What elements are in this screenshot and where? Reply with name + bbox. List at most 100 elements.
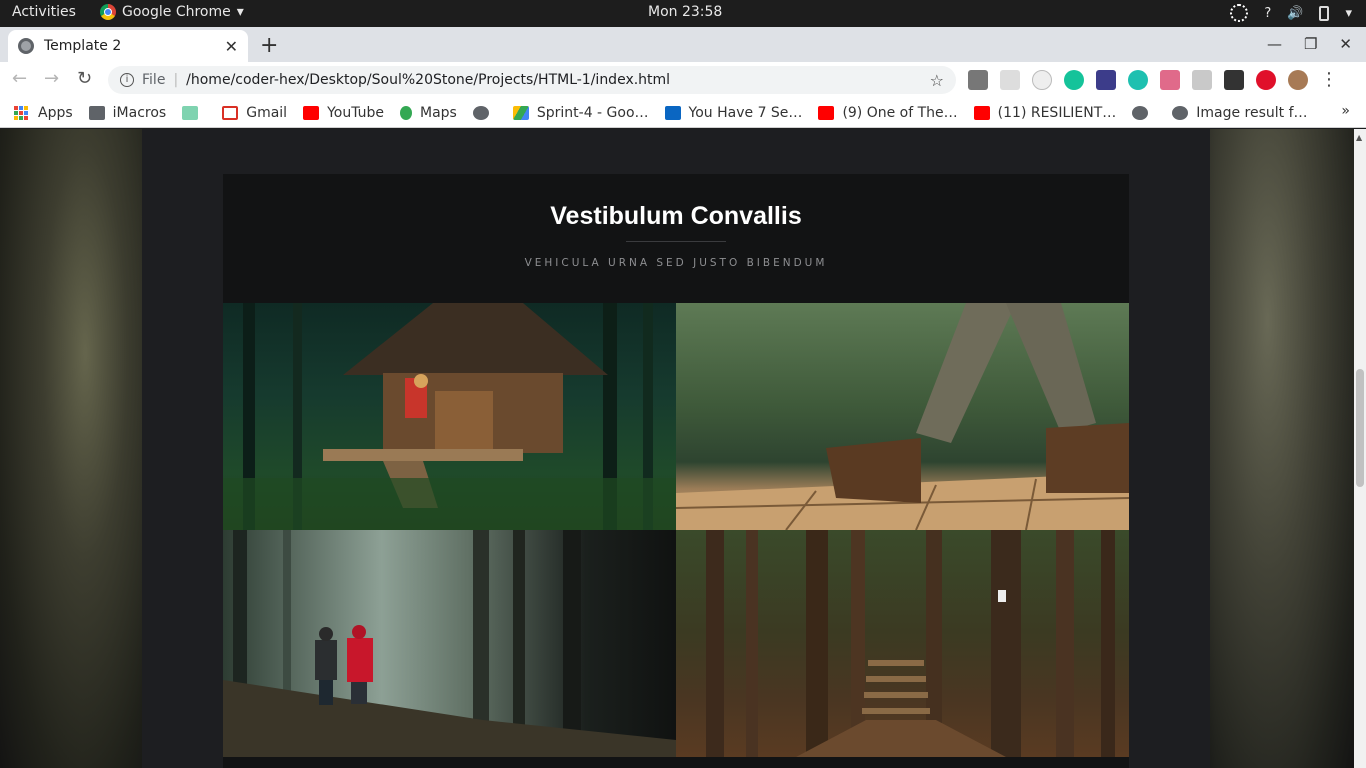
misty-forest-illustration xyxy=(223,530,676,757)
minimize-icon[interactable]: — xyxy=(1267,35,1282,53)
shield-icon[interactable] xyxy=(1192,69,1212,90)
page-scrollbar[interactable]: ▲ xyxy=(1354,129,1366,768)
drive-icon xyxy=(512,105,529,120)
gallery-section: Vestibulum Convallis VEHICULA URNA SED J… xyxy=(223,174,1129,768)
globe-icon xyxy=(1132,105,1149,120)
bookmark-label: YouTube xyxy=(327,104,385,121)
bookmark-label: You Have 7 Se… xyxy=(688,104,803,121)
chevron-down-icon[interactable]: ▾ xyxy=(1345,6,1352,21)
extension-icon[interactable] xyxy=(1224,69,1244,90)
app-menu[interactable]: Google Chrome ▾ xyxy=(100,4,244,20)
tab-strip: Template 2 ✕ + — ❐ ✕ xyxy=(0,27,1366,62)
chevron-down-icon: ▾ xyxy=(236,4,244,20)
adblock-icon[interactable] xyxy=(1256,69,1276,90)
bookmarks-overflow-button[interactable]: » xyxy=(1341,103,1350,119)
globe-icon xyxy=(472,105,489,120)
restore-icon[interactable]: ❐ xyxy=(1304,35,1317,53)
tab-template-2[interactable]: Template 2 ✕ xyxy=(8,30,248,62)
linkedin-icon xyxy=(664,105,681,120)
bookmark-globe[interactable] xyxy=(472,105,497,120)
avatar[interactable] xyxy=(1288,69,1308,90)
close-window-icon[interactable]: ✕ xyxy=(1339,35,1352,53)
grammarly-icon[interactable] xyxy=(1064,69,1084,90)
bookmark-image-result[interactable]: Image result f… xyxy=(1172,104,1308,121)
title-divider xyxy=(626,241,726,242)
battery-icon[interactable] xyxy=(1319,5,1330,21)
url-scheme: File xyxy=(142,72,166,88)
chrome-icon xyxy=(100,4,116,20)
bookmark-label: Maps xyxy=(420,104,457,121)
hiker-boots-boardwalk-photo[interactable] xyxy=(676,303,1129,530)
extension-icon[interactable] xyxy=(1160,69,1180,90)
tab-title: Template 2 xyxy=(44,38,122,54)
apps-grid-icon xyxy=(14,105,28,120)
bookmark-youtube-3[interactable]: (11) RESILIENT… xyxy=(973,104,1117,121)
browser-toolbar: ← → ↻ i File | /home/coder-hex/Desktop/S… xyxy=(0,62,1366,98)
bookmark-android[interactable] xyxy=(182,105,206,120)
clock[interactable]: Mon 23:58 xyxy=(648,4,722,20)
forward-button[interactable]: → xyxy=(44,68,59,89)
activities-button[interactable]: Activities xyxy=(12,4,76,20)
couple-walking-misty-forest-photo[interactable] xyxy=(223,530,676,757)
bookmark-label: iMacros xyxy=(112,104,167,121)
bookmark-maps[interactable]: Maps xyxy=(400,105,457,121)
youtube-icon xyxy=(818,105,835,120)
bookmarks-bar: Apps iMacros Gmail YouTube Maps Sprint-4… xyxy=(0,98,1366,128)
window-controls: — ❐ ✕ xyxy=(1267,35,1352,53)
background-forest-image xyxy=(0,129,142,768)
globe-icon xyxy=(18,38,34,54)
reload-button[interactable]: ↻ xyxy=(77,68,92,89)
info-icon[interactable]: i xyxy=(120,73,134,87)
hiker-boots-illustration xyxy=(676,303,1129,530)
youtube-icon xyxy=(973,105,990,120)
bookmark-label: (9) One of The… xyxy=(842,104,958,121)
bookmark-imacros[interactable]: iMacros xyxy=(88,104,167,121)
bookmark-linkedin[interactable]: You Have 7 Se… xyxy=(664,104,803,121)
forest-steps-trail-photo[interactable] xyxy=(676,530,1129,757)
extension-icon[interactable] xyxy=(1032,69,1052,90)
volume-icon[interactable]: 🔊 xyxy=(1287,6,1303,21)
new-tab-button[interactable]: + xyxy=(260,33,278,58)
system-top-bar: Activities Google Chrome ▾ Mon 23:58 ? 🔊… xyxy=(0,0,1366,27)
section-title: Vestibulum Convallis xyxy=(550,202,802,230)
scroll-up-icon[interactable]: ▲ xyxy=(1356,133,1362,142)
gmail-icon xyxy=(222,105,239,120)
bookmark-star-icon[interactable]: ☆ xyxy=(930,71,944,90)
bookmark-gmail[interactable]: Gmail xyxy=(222,105,287,121)
folder-icon xyxy=(88,105,105,120)
forest-cabin-photo[interactable] xyxy=(223,303,676,530)
menu-icon[interactable]: ⋮ xyxy=(1320,69,1338,90)
section-subtitle: VEHICULA URNA SED JUSTO BIBENDUM xyxy=(524,257,828,269)
page-viewport: Vestibulum Convallis VEHICULA URNA SED J… xyxy=(0,129,1366,768)
url-text[interactable]: /home/coder-hex/Desktop/Soul%20Stone/Pro… xyxy=(186,72,930,88)
extensions-area: ⋮ xyxy=(968,69,1338,90)
extension-icon[interactable] xyxy=(1128,69,1148,90)
divider: | xyxy=(173,72,179,88)
extension-icon[interactable] xyxy=(968,69,988,90)
bookmark-apps[interactable]: Apps xyxy=(14,105,73,121)
eyedropper-icon[interactable] xyxy=(1096,69,1116,90)
bookmark-youtube-2[interactable]: (9) One of The… xyxy=(818,104,958,121)
maps-icon xyxy=(400,105,413,120)
bookmark-globe-2[interactable] xyxy=(1132,105,1156,120)
system-tray[interactable]: ? 🔊 ▾ xyxy=(1230,4,1352,22)
background-forest-image xyxy=(1210,129,1354,768)
help-icon[interactable]: ? xyxy=(1264,6,1271,21)
bookmark-label: Apps xyxy=(38,104,73,121)
bookmark-label: Image result f… xyxy=(1196,104,1308,121)
globe-icon xyxy=(1172,105,1189,120)
bookmark-youtube[interactable]: YouTube xyxy=(303,105,384,121)
app-name: Google Chrome xyxy=(122,4,231,20)
bookmark-sprint[interactable]: Sprint-4 - Goo… xyxy=(512,104,649,121)
extension-icon[interactable] xyxy=(1000,69,1020,90)
slack-icon[interactable] xyxy=(1230,4,1249,22)
back-button[interactable]: ← xyxy=(12,68,27,89)
forest-cabin-illustration xyxy=(223,303,676,530)
bookmark-label: Sprint-4 - Goo… xyxy=(536,104,649,121)
scrollbar-thumb[interactable] xyxy=(1356,369,1364,487)
youtube-icon xyxy=(303,105,320,120)
bookmark-label: (11) RESILIENT… xyxy=(997,104,1117,121)
close-icon[interactable]: ✕ xyxy=(225,37,238,56)
address-bar[interactable]: i File | /home/coder-hex/Desktop/Soul%20… xyxy=(108,66,956,94)
bookmark-label: Gmail xyxy=(246,104,288,121)
